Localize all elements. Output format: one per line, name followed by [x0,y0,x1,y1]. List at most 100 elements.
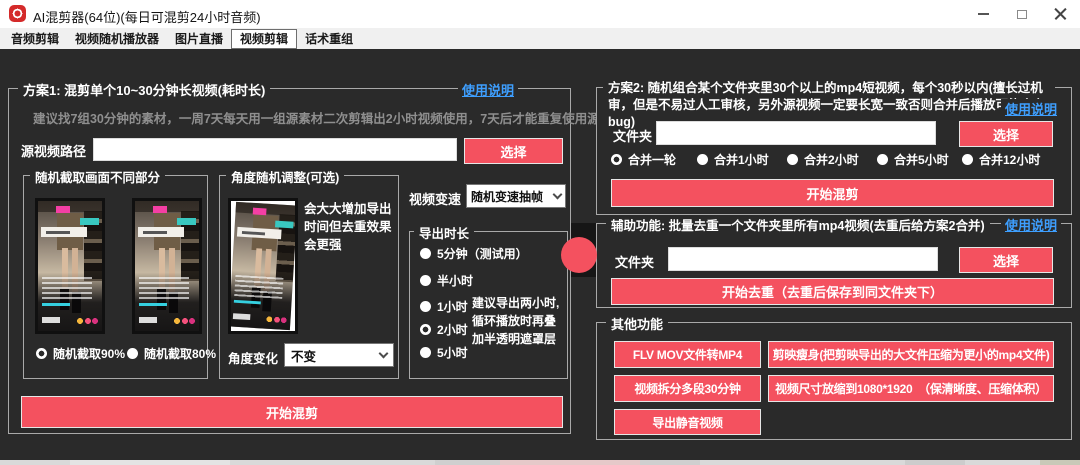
close-icon [1054,8,1067,21]
jianying-shrink-button[interactable]: 剪映瘦身(把剪映导出的大文件压缩为更小的mp4文件) [768,341,1054,368]
plan1-help-link[interactable]: 使用说明 [458,80,518,99]
preview-photo [231,202,295,330]
radio-dot [787,154,798,165]
floating-red-circle-button[interactable] [561,237,597,273]
chevron-down-icon [379,348,389,358]
aux-folder-input[interactable] [668,247,938,271]
close-button[interactable] [1042,0,1078,28]
plan2-choose-button[interactable]: 选择 [959,121,1053,147]
taskbar-segment [1040,460,1080,465]
radio-dot [127,348,138,359]
minimize-button[interactable] [965,0,1001,28]
split-video-button[interactable]: 视频拆分多段30分钟 [614,375,761,402]
tab-random-player[interactable]: 视频随机播放器 [67,30,167,49]
duration-group: 导出时长 5分钟（测试用） 半小时 1小时 2小时 [409,231,568,379]
plan2-start-button[interactable]: 开始混剪 [611,179,1054,207]
radio-label: 合并5小时 [894,151,949,168]
radio-label: 随机截取90% [53,345,125,362]
radio-dot [420,324,431,335]
radio-label: 半小时 [437,272,473,289]
plan1-title: 方案1: 混剪单个10~30分钟长视频(耗时长) [18,80,270,99]
crop-group-title: 随机截取画面不同部分 [30,167,165,186]
plan1-panel: 方案1: 混剪单个10~30分钟长视频(耗时长) 使用说明 建议找7组30分钟的… [8,88,571,434]
minimize-icon [978,13,989,15]
others-panel: 其他功能 FLV MOV文件转MP4 剪映瘦身(把剪映导出的大文件压缩为更小的m… [596,322,1072,440]
radio-dot [877,154,888,165]
radio-merge-5h[interactable]: 合并5小时 [877,152,949,166]
radio-label: 5分钟（测试用） [437,245,528,262]
tab-video-edit[interactable]: 视频剪辑 [231,29,297,49]
angle-note: 会大大增加导出时间但去重效果会更强 [304,200,396,254]
rotated-photo-wrap [231,201,295,331]
crop-group: 随机截取画面不同部分 随机截取90% 随机截取80% [23,175,208,379]
plan2-folder-label: 文件夹 [613,126,652,145]
resize-video-button[interactable]: 视频尺寸放缩到1080*1920 （保清晰度、压缩体积） [768,375,1054,402]
radio-label: 合并一轮 [628,151,676,168]
radio-duration-5h[interactable]: 5小时 [420,345,468,359]
radio-dot [420,248,431,259]
os-taskbar-strip[interactable] [0,460,1080,465]
angle-group-title: 角度随机调整(可选) [226,167,344,186]
radio-dot [697,154,708,165]
radio-duration-5min[interactable]: 5分钟（测试用） [420,246,528,260]
radio-dot [611,154,622,165]
radio-merge-one-round[interactable]: 合并一轮 [611,152,676,166]
radio-merge-1h[interactable]: 合并1小时 [697,152,769,166]
radio-duration-2h[interactable]: 2小时 [420,322,468,336]
plan2-help-link[interactable]: 使用说明 [1001,99,1061,118]
others-title: 其他功能 [606,314,668,333]
source-path-label: 源视频路径 [21,141,86,160]
radio-label: 合并1小时 [714,151,769,168]
speed-select-value: 随机变速抽帧 [471,188,543,205]
tab-script-remix[interactable]: 话术重组 [297,30,361,49]
speed-label: 视频变速 [409,189,461,208]
aux-choose-button[interactable]: 选择 [959,247,1053,273]
angle-select[interactable]: 不变 [284,343,394,367]
taskbar-segment [70,460,230,465]
plan2-folder-input[interactable] [656,121,936,145]
radio-label: 5小时 [437,344,468,361]
radio-merge-2h[interactable]: 合并2小时 [787,152,859,166]
tab-image-live[interactable]: 图片直播 [167,30,231,49]
taskbar-segment [905,460,965,465]
radio-label: 随机截取80% [144,345,216,362]
duration-group-title: 导出时长 [414,223,474,242]
radio-dot [420,301,431,312]
preview-thumbnail-1 [35,198,105,334]
export-muted-video-button[interactable]: 导出静音视频 [614,409,761,435]
aux-folder-label: 文件夹 [615,252,654,271]
preview-photo [38,201,102,331]
plan1-hint: 建议找7组30分钟的素材，一周7天每天用一组源素材二次剪辑出2小时视频使用，7天… [33,108,625,127]
aux-start-button[interactable]: 开始去重（去重后保存到同文件夹下） [611,278,1054,305]
preview-thumbnail-rotated [228,198,298,334]
app-logo-icon [9,5,26,22]
radio-dot [420,347,431,358]
window-title: AI混剪器(64位)(每日可混剪24小时音频) [33,7,261,26]
aux-help-link[interactable]: 使用说明 [1001,215,1061,234]
radio-dot [36,348,47,359]
titlebar: AI混剪器(64位)(每日可混剪24小时音频) [0,0,1080,28]
maximize-icon [1017,10,1027,19]
angle-change-label: 角度变化 [228,348,278,367]
radio-duration-30min[interactable]: 半小时 [420,273,473,287]
preview-photo [135,201,199,331]
radio-label: 合并12小时 [979,151,1040,168]
app-window: AI混剪器(64位)(每日可混剪24小时音频) 音频剪辑 视频随机播放器 图片直… [0,0,1080,465]
speed-select[interactable]: 随机变速抽帧 [466,184,566,208]
flv-mov-to-mp4-button[interactable]: FLV MOV文件转MP4 [614,341,761,368]
source-path-input[interactable] [93,138,457,161]
radio-crop-80[interactable]: 随机截取80% [127,346,216,360]
plan1-choose-button[interactable]: 选择 [464,138,563,164]
angle-group: 角度随机调整(可选) 会大大增加导出时间但去重效果会更强 角度变化 不变 [219,175,399,379]
maximize-button[interactable] [1004,0,1040,28]
tab-audio-edit[interactable]: 音频剪辑 [3,30,67,49]
plan1-start-button[interactable]: 开始混剪 [21,396,563,428]
taskbar-segment [500,460,640,465]
radio-crop-90[interactable]: 随机截取90% [36,346,125,360]
angle-select-value: 不变 [291,346,316,365]
radio-merge-12h[interactable]: 合并12小时 [962,152,1040,166]
radio-label: 1小时 [437,298,468,315]
aux-title: 辅助功能: 批量去重一个文件夹里所有mp4视频(去重后给方案2合并) [606,215,990,234]
radio-duration-1h[interactable]: 1小时 [420,299,468,313]
plan2-panel: 方案2: 随机组合某个文件夹里30个以上的mp4短视频，每个30秒以内(擅长过机… [596,87,1072,215]
